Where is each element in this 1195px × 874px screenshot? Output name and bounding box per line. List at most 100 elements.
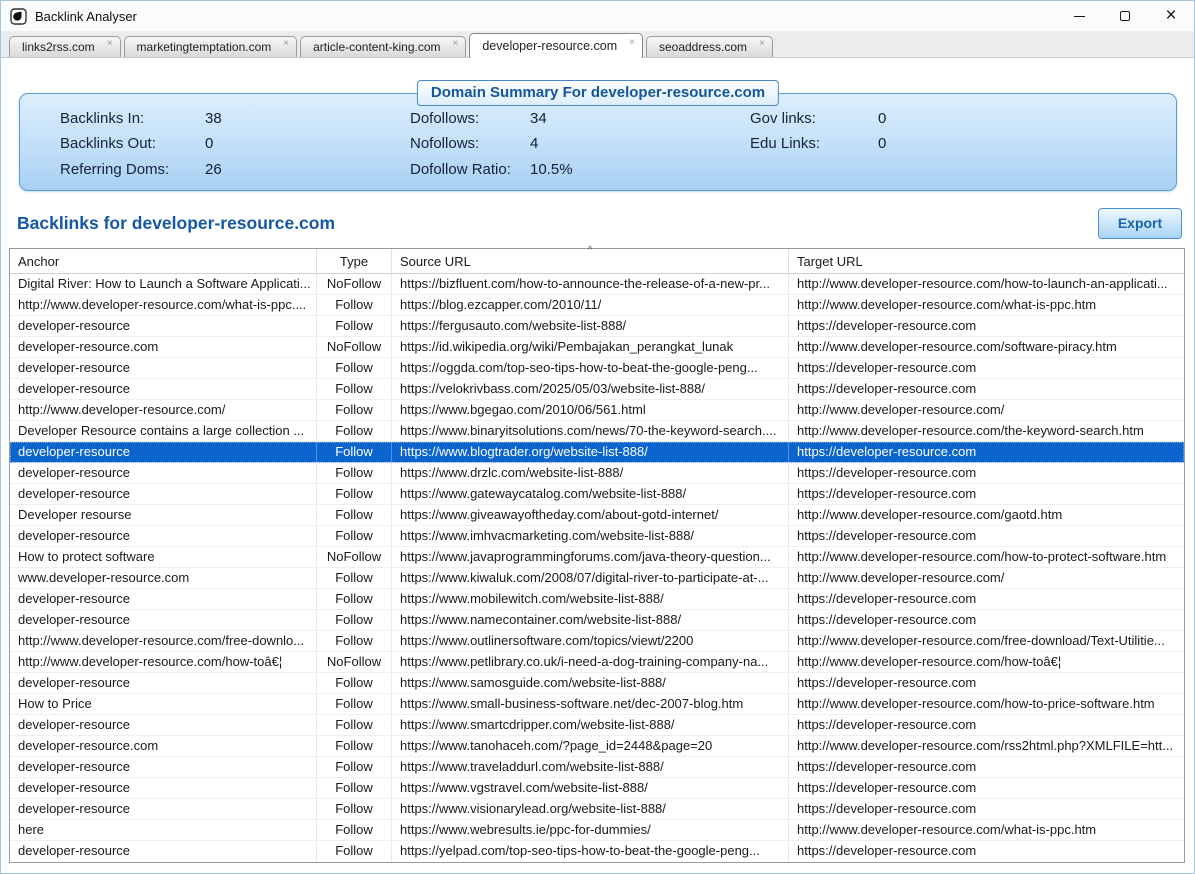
table-row[interactable]: developer-resource Follow https://www.vg… [10,778,1184,799]
sort-ascending-icon: ^ [588,246,593,256]
table-row[interactable]: http://www.developer-resource.com/what-i… [10,295,1184,316]
cell-source-url: https://yelpad.com/top-seo-tips-how-to-b… [392,841,789,862]
cell-anchor: developer-resource [10,463,317,483]
tab-close-icon[interactable]: × [453,39,459,49]
cell-type: Follow [317,778,392,798]
backlink-analyser-app-icon [10,8,27,25]
tab-seoaddress.com[interactable]: seoaddress.com × [646,36,773,57]
maximize-button[interactable] [1102,1,1148,31]
cell-type: Follow [317,631,392,651]
cell-target-url: http://www.developer-resource.com/what-i… [789,820,1184,840]
table-row[interactable]: How to Price Follow https://www.small-bu… [10,694,1184,715]
cell-target-url: http://www.developer-resource.com/the-ke… [789,421,1184,441]
stat-dofollow-ratio: Dofollow Ratio: 10.5% [410,161,750,178]
cell-target-url: https://developer-resource.com [789,715,1184,735]
table-row[interactable]: Digital River: How to Launch a Software … [10,274,1184,295]
cell-target-url: https://developer-resource.com [789,379,1184,399]
cell-target-url: http://www.developer-resource.com/what-i… [789,295,1184,315]
table-row[interactable]: developer-resource Follow https://www.mo… [10,589,1184,610]
cell-source-url: https://bizfluent.com/how-to-announce-th… [392,274,789,294]
tab-close-icon[interactable]: × [759,39,765,49]
cell-source-url: https://www.bgegao.com/2010/06/561.html [392,400,789,420]
cell-anchor: developer-resource [10,799,317,819]
cell-target-url: https://developer-resource.com [789,526,1184,546]
table-row[interactable]: Developer Resource contains a large coll… [10,421,1184,442]
column-header-anchor[interactable]: Anchor [10,249,317,273]
table-row[interactable]: How to protect software NoFollow https:/… [10,547,1184,568]
table-row[interactable]: developer-resource Follow https://www.ga… [10,484,1184,505]
backlinks-table-body: Digital River: How to Launch a Software … [10,274,1184,862]
cell-source-url: https://www.samosguide.com/website-list-… [392,673,789,693]
minimize-button[interactable] [1056,1,1102,31]
table-row[interactable]: developer-resource Follow https://www.dr… [10,463,1184,484]
table-row[interactable]: developer-resource.com NoFollow https://… [10,337,1184,358]
table-row[interactable]: developer-resource Follow https://www.vi… [10,799,1184,820]
table-row[interactable]: developer-resource Follow https://fergus… [10,316,1184,337]
cell-anchor: developer-resource [10,589,317,609]
table-row[interactable]: www.developer-resource.com Follow https:… [10,568,1184,589]
backlinks-table-header: Anchor Type ^ Source URL Target URL [10,249,1184,274]
cell-type: Follow [317,610,392,630]
cell-target-url: https://developer-resource.com [789,484,1184,504]
cell-type: Follow [317,295,392,315]
column-header-type[interactable]: Type [317,249,392,273]
close-button[interactable]: × [1148,1,1194,31]
cell-anchor: http://www.developer-resource.com/how-to… [10,652,317,672]
column-header-target-url[interactable]: Target URL [789,249,1184,273]
tab-close-icon[interactable]: × [107,39,113,49]
table-row[interactable]: http://www.developer-resource.com/free-d… [10,631,1184,652]
cell-type: NoFollow [317,337,392,357]
cell-type: Follow [317,484,392,504]
cell-source-url: https://www.giveawayoftheday.com/about-g… [392,505,789,525]
cell-source-url: https://www.outlinersoftware.com/topics/… [392,631,789,651]
cell-anchor: developer-resource [10,358,317,378]
export-button[interactable]: Export [1098,208,1182,239]
table-row[interactable]: developer-resource Follow https://www.na… [10,610,1184,631]
cell-target-url: http://www.developer-resource.com/how-to… [789,274,1184,294]
tab-marketingtemptation.com[interactable]: marketingtemptation.com × [124,36,298,57]
table-row[interactable]: developer-resource Follow https://www.sa… [10,673,1184,694]
cell-target-url: https://developer-resource.com [789,316,1184,336]
table-row[interactable]: http://www.developer-resource.com/how-to… [10,652,1184,673]
domain-summary-title: Domain Summary For developer-resource.co… [417,80,779,106]
cell-target-url: https://developer-resource.com [789,757,1184,777]
table-row[interactable]: developer-resource Follow https://oggda.… [10,358,1184,379]
cell-source-url: https://www.mobilewitch.com/website-list… [392,589,789,609]
cell-source-url: https://velokrivbass.com/2025/05/03/webs… [392,379,789,399]
cell-source-url: https://www.binaryitsolutions.com/news/7… [392,421,789,441]
cell-anchor: here [10,820,317,840]
table-row[interactable]: Developer resourse Follow https://www.gi… [10,505,1184,526]
cell-type: Follow [317,715,392,735]
cell-target-url: http://www.developer-resource.com/softwa… [789,337,1184,357]
cell-target-url: http://www.developer-resource.com/gaotd.… [789,505,1184,525]
tab-developer-resource.com[interactable]: developer-resource.com × [469,33,643,58]
cell-anchor: developer-resource [10,841,317,862]
minimize-icon [1074,16,1085,17]
cell-source-url: https://id.wikipedia.org/wiki/Pembajakan… [392,337,789,357]
stat-edu-links: Edu Links: 0 [750,135,1176,152]
cell-anchor: developer-resource [10,379,317,399]
cell-source-url: https://blog.ezcapper.com/2010/11/ [392,295,789,315]
table-row[interactable]: here Follow https://www.webresults.ie/pp… [10,820,1184,841]
table-row[interactable]: developer-resource Follow https://www.im… [10,526,1184,547]
table-row[interactable]: developer-resource Follow https://yelpad… [10,841,1184,862]
tab-links2rss.com[interactable]: links2rss.com × [9,36,121,57]
cell-target-url: http://www.developer-resource.com/ [789,568,1184,588]
close-icon: × [1165,6,1176,25]
table-row[interactable]: developer-resource Follow https://www.tr… [10,757,1184,778]
cell-target-url: https://developer-resource.com [789,778,1184,798]
column-header-source-url[interactable]: ^ Source URL [392,249,789,273]
table-row[interactable]: developer-resource.com Follow https://ww… [10,736,1184,757]
table-row[interactable]: http://www.developer-resource.com/ Follo… [10,400,1184,421]
tab-article-content-king.com[interactable]: article-content-king.com × [300,36,466,57]
table-row[interactable]: developer-resource Follow https://www.bl… [10,442,1184,463]
cell-source-url: https://www.blogtrader.org/website-list-… [392,442,789,462]
table-row[interactable]: developer-resource Follow https://velokr… [10,379,1184,400]
main-content: Domain Summary For developer-resource.co… [1,93,1194,874]
table-row[interactable]: developer-resource Follow https://www.sm… [10,715,1184,736]
backlinks-section-header: Backlinks for developer-resource.com Exp… [17,207,1182,239]
tab-close-icon[interactable]: × [629,38,635,48]
cell-source-url: https://www.webresults.ie/ppc-for-dummie… [392,820,789,840]
tab-close-icon[interactable]: × [283,39,289,49]
maximize-icon [1120,11,1130,21]
